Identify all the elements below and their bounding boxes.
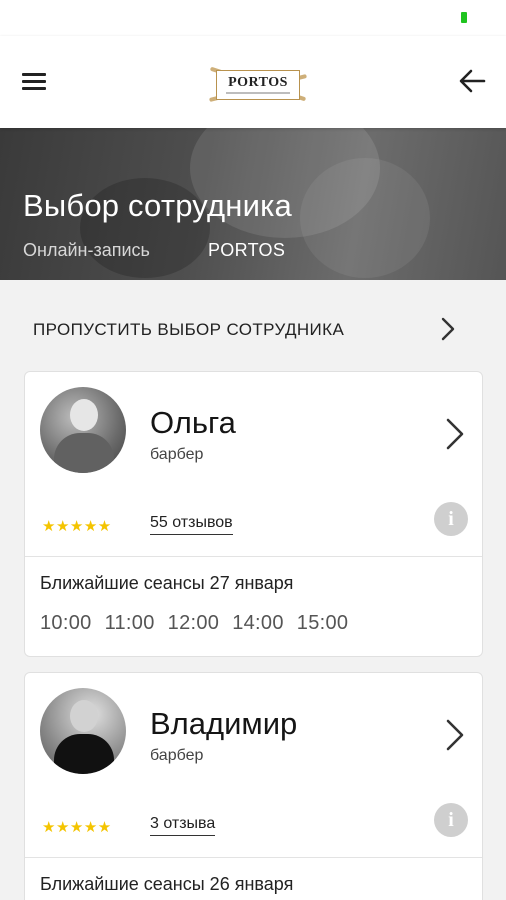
skip-label: ПРОПУСТИТЬ ВЫБОР СОТРУДНИКА xyxy=(33,320,345,339)
rating-stars: ★★★★★ xyxy=(42,518,112,535)
brand-logo: PORTOS xyxy=(186,56,320,112)
logo-text: PORTOS xyxy=(228,75,288,90)
status-bar xyxy=(0,0,506,36)
nearest-sessions-title: Ближайшие сеансы 26 января xyxy=(40,874,294,894)
employee-card[interactable]: Владимир барбер ★★★★★ 3 отзыва i Ближайш… xyxy=(24,672,483,900)
reviews-link[interactable]: 3 отзыва xyxy=(150,815,216,836)
menu-button[interactable] xyxy=(20,69,48,93)
battery-indicator-icon xyxy=(461,12,467,23)
employee-name: Владимир xyxy=(150,706,298,741)
hamburger-icon xyxy=(22,73,46,76)
employee-name: Ольга xyxy=(150,405,236,440)
back-button[interactable] xyxy=(456,66,490,96)
page-title: Выбор сотрудника xyxy=(23,188,292,223)
time-slot[interactable]: 15:00 xyxy=(297,612,349,635)
info-icon[interactable]: i xyxy=(434,502,468,536)
time-slot[interactable]: 11:00 xyxy=(105,612,155,635)
time-slot[interactable]: 14:00 xyxy=(232,612,284,635)
app-bar: PORTOS xyxy=(0,36,506,128)
breadcrumb-online-booking[interactable]: Онлайн-запись xyxy=(23,240,150,261)
reviews-link[interactable]: 55 отзывов xyxy=(150,514,233,535)
avatar xyxy=(40,387,126,473)
chevron-right-icon[interactable] xyxy=(444,416,466,452)
rating-stars: ★★★★★ xyxy=(42,819,112,836)
nearest-sessions-title: Ближайшие сеансы 27 января xyxy=(40,573,294,593)
chevron-right-icon[interactable] xyxy=(444,717,466,753)
time-slots: 10:00 11:00 12:00 14:00 15:00 xyxy=(40,612,361,635)
time-slot[interactable]: 12:00 xyxy=(168,612,220,635)
info-icon[interactable]: i xyxy=(434,803,468,837)
employee-role: барбер xyxy=(150,747,204,764)
employee-card[interactable]: Ольга барбер ★★★★★ 55 отзывов i Ближайши… xyxy=(24,371,483,657)
avatar xyxy=(40,688,126,774)
employee-role: барбер xyxy=(150,446,204,463)
time-slot[interactable]: 10:00 xyxy=(40,612,92,635)
chevron-right-icon xyxy=(441,317,455,341)
divider xyxy=(25,857,482,858)
hero-banner: Выбор сотрудника Онлайн-запись PORTOS xyxy=(0,128,506,280)
arrow-left-icon xyxy=(459,69,486,93)
divider xyxy=(25,556,482,557)
breadcrumb-salon[interactable]: PORTOS xyxy=(208,240,285,261)
skip-employee-selection-button[interactable]: ПРОПУСТИТЬ ВЫБОР СОТРУДНИКА xyxy=(0,296,506,360)
